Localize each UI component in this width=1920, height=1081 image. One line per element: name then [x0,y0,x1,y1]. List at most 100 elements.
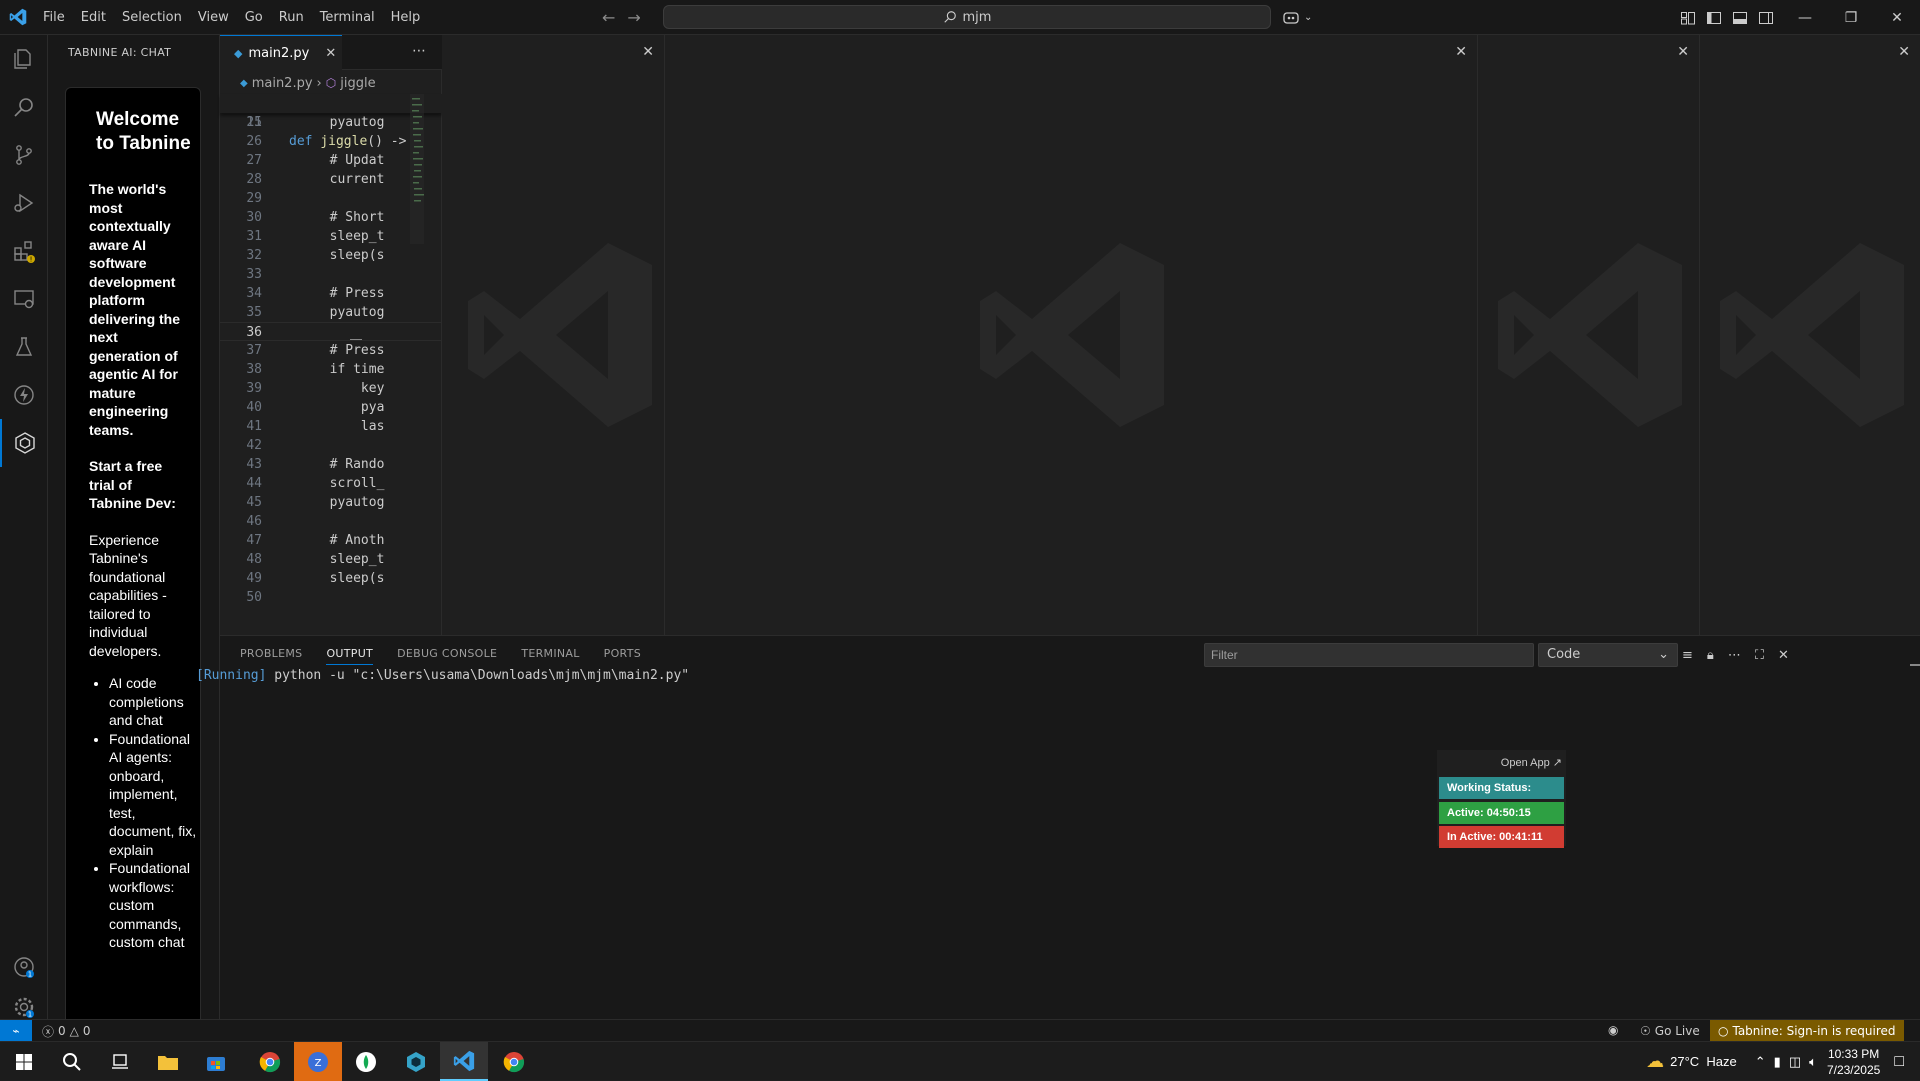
menu-edit[interactable]: Edit [73,0,114,35]
close-tab-icon[interactable]: ✕ [325,46,336,61]
code-line[interactable]: 25 pyautog [220,113,442,132]
back-arrow-icon[interactable]: ← [602,8,615,27]
copilot-menu-icon[interactable]: ⌄ [1282,0,1312,35]
output-channel-select[interactable]: Code ⌄ [1538,643,1678,667]
app-green-icon[interactable] [342,1042,390,1081]
tab-ports[interactable]: PORTS [604,647,641,660]
menu-terminal[interactable]: Terminal [312,0,383,35]
tabnine-icon[interactable] [0,419,48,467]
code-line[interactable]: 44 scroll_ [220,474,442,493]
problems-indicator[interactable]: ⓧ 0 △ 0 [42,1020,91,1042]
code-line[interactable]: 34 # Press [220,284,442,303]
code-line[interactable]: 29 [220,189,442,208]
toggle-panel-icon[interactable] [1732,10,1748,26]
code-line[interactable]: 41 las [220,417,442,436]
menu-run[interactable]: Run [271,0,312,35]
close-group-icon[interactable]: ✕ [1677,44,1689,60]
battery-icon[interactable]: ▮ [1774,1054,1781,1070]
clock[interactable]: 10:33 PM 7/23/2025 [1827,1046,1880,1078]
remote-explorer-icon[interactable] [0,275,48,323]
code-line[interactable]: 39 key [220,379,442,398]
source-control-icon[interactable] [0,131,48,179]
minimize-icon[interactable]: — [1782,0,1828,35]
restore-icon[interactable]: ❐ [1828,0,1874,35]
close-group-icon[interactable]: ✕ [1455,44,1467,60]
task-view-icon[interactable] [96,1042,144,1081]
code-line[interactable]: 40 pya [220,398,442,417]
chrome-icon[interactable] [246,1042,294,1081]
tab-output[interactable]: OUTPUT [326,647,374,665]
zoom-like-app-icon[interactable]: Z [294,1042,342,1081]
more-actions-icon[interactable]: ⋯ [1728,648,1741,663]
tab-problems[interactable]: PROBLEMS [240,647,302,660]
open-app-link[interactable]: Open App ↗ [1501,756,1562,769]
code-line[interactable]: 42 [220,436,442,455]
code-line[interactable]: 45 pyautog [220,493,442,512]
code-line[interactable]: 33 [220,265,442,284]
breadcrumb-symbol[interactable]: jiggle [340,76,375,91]
code-line[interactable]: 31 sleep_t [220,227,442,246]
tab-main2-py[interactable]: ◆ main2.py ✕ [220,35,342,70]
code-editor[interactable]: 11 def jiggle() -> 25 pyautog 26 27 # Upda… [220,94,442,607]
code-line[interactable]: 48 sleep_t [220,550,442,569]
remote-indicator-icon[interactable]: ⌁ [0,1020,32,1042]
code-line[interactable]: 47 # Anoth [220,531,442,550]
forward-arrow-icon[interactable]: → [627,8,640,27]
code-line[interactable]: 26 [220,132,442,151]
app-hex-icon[interactable] [392,1042,440,1081]
lightning-extension-icon[interactable] [0,371,48,419]
volume-muted-icon[interactable]: 🔈︎ [1809,1054,1817,1070]
file-explorer-icon[interactable] [144,1042,192,1081]
code-line[interactable]: 49 sleep(s [220,569,442,588]
close-group-icon[interactable]: ✕ [642,44,654,60]
network-icon[interactable]: ◫ [1789,1054,1801,1070]
code-line[interactable]: 43 # Rando [220,455,442,474]
customize-layout-icon[interactable] [1680,10,1696,26]
code-line[interactable]: 50 [220,588,442,607]
close-panel-icon[interactable]: ✕ [1778,648,1789,663]
testing-icon[interactable] [0,323,48,371]
clear-output-icon[interactable]: ≡ [1682,648,1693,663]
weather-text[interactable]: 27°C Haze [1670,1054,1737,1069]
taskbar-search-icon[interactable] [48,1042,96,1081]
menu-go[interactable]: Go [237,0,271,35]
menu-view[interactable]: View [190,0,237,35]
lock-scroll-icon[interactable]: 🔒︎ [1707,648,1714,663]
chevron-up-icon[interactable]: ⌃ [1755,1054,1766,1070]
explorer-icon[interactable] [0,35,48,83]
chrome-profile-icon[interactable] [490,1042,538,1081]
toggle-secondary-sidebar-icon[interactable] [1758,10,1774,26]
tab-debug-console[interactable]: DEBUG CONSOLE [397,647,497,660]
code-line[interactable]: 46 [220,512,442,531]
close-window-icon[interactable]: ✕ [1874,0,1920,35]
notifications-icon[interactable]: □ [1894,1053,1904,1071]
windows-start-icon[interactable] [0,1042,48,1081]
extensions-icon[interactable]: ! [0,227,48,275]
vscode-taskbar-icon[interactable] [440,1042,488,1081]
output-filter-input[interactable]: Filter [1204,643,1534,667]
search-view-icon[interactable] [0,83,48,131]
copilot-status-icon[interactable]: ◉ [1608,1023,1618,1037]
code-line[interactable]: 30 # Short [220,208,442,227]
menu-file[interactable]: File [35,0,73,35]
close-group-icon[interactable]: ✕ [1898,44,1910,60]
minimap[interactable] [410,94,440,244]
go-live-button[interactable]: ☉ Go Live [1640,1020,1700,1042]
code-line[interactable]: 36 [220,322,442,341]
menu-help[interactable]: Help [383,0,429,35]
breadcrumb-file[interactable]: main2.py [252,76,313,91]
code-line[interactable]: 37 # Press [220,341,442,360]
code-line[interactable]: 28 current [220,170,442,189]
tab-terminal[interactable]: TERMINAL [521,647,579,660]
weather-icon[interactable]: ☁ [1646,1051,1664,1072]
microsoft-store-icon[interactable] [192,1042,240,1081]
code-line[interactable]: 35 pyautog [220,303,442,322]
code-line[interactable]: 38 if time [220,360,442,379]
tabnine-status[interactable]: ○ Tabnine: Sign-in is required [1710,1020,1904,1042]
maximize-panel-icon[interactable]: ⛶ [1755,648,1764,663]
toggle-primary-sidebar-icon[interactable] [1706,10,1722,26]
menu-selection[interactable]: Selection [114,0,190,35]
sticky-scroll-line[interactable]: 11 def jiggle() -> [220,94,442,149]
command-center-search[interactable]: mjm [663,5,1271,29]
more-actions-icon[interactable]: ⋯ [412,43,426,59]
